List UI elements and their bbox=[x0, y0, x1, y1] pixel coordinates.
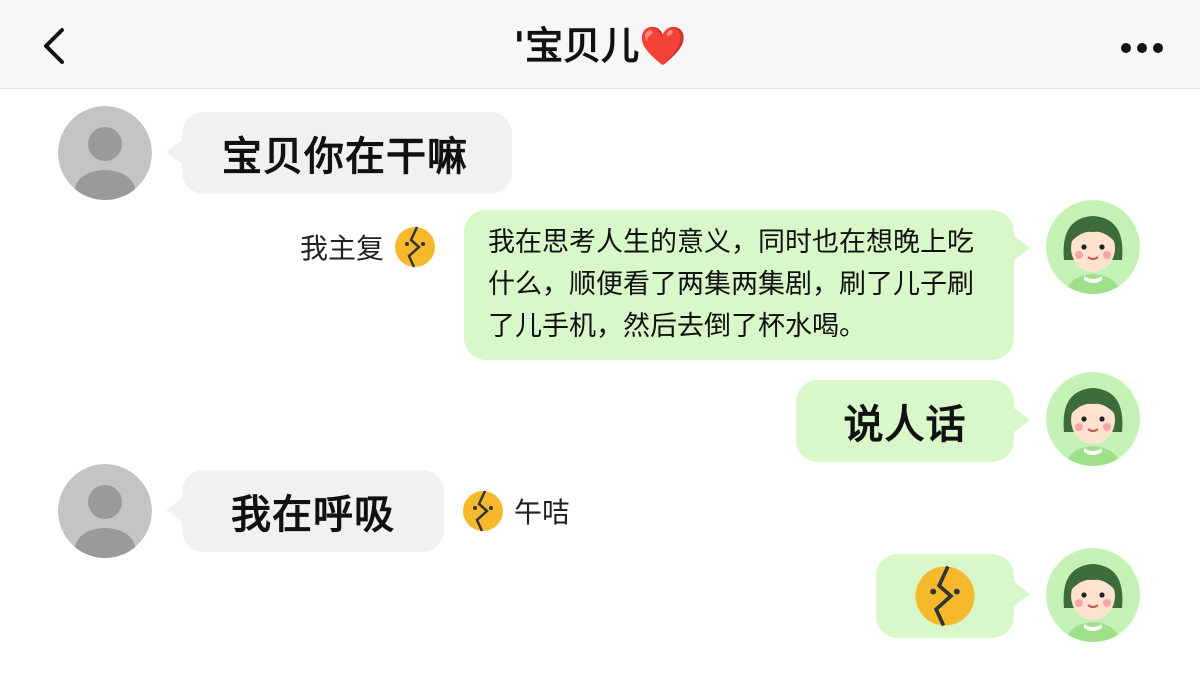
message-bubble[interactable]: 我在思考人生的意义，同时也在想晚上吃什么，顺便看了两集两集剧，刷了儿子刷了儿手机… bbox=[464, 210, 1014, 360]
message-text: 我在呼吸 bbox=[231, 492, 395, 538]
default-user-icon bbox=[58, 464, 152, 558]
chat-header: '宝贝儿❤️ bbox=[0, 0, 1200, 89]
message-bubble[interactable]: 宝贝你在干嘛 bbox=[182, 112, 512, 194]
my-avatar[interactable] bbox=[1046, 372, 1140, 466]
bubble-tail bbox=[1014, 582, 1030, 606]
message-text: 宝贝你在干嘛 bbox=[222, 134, 468, 180]
broken-face-emoji-icon bbox=[463, 490, 503, 532]
message-bubble[interactable] bbox=[876, 554, 1014, 638]
girl-avatar-icon bbox=[1046, 372, 1140, 466]
bubble-tail bbox=[166, 140, 182, 164]
contact-avatar[interactable] bbox=[58, 106, 152, 200]
bubble-tail bbox=[1014, 408, 1030, 432]
heart-icon: ❤️ bbox=[639, 24, 687, 68]
default-user-icon bbox=[58, 106, 152, 200]
message-reaction: 我主复 bbox=[300, 226, 436, 268]
message-bubble[interactable]: 说人话 bbox=[796, 380, 1014, 462]
message-reaction: 午咭 bbox=[462, 490, 570, 532]
bubble-tail bbox=[166, 498, 182, 522]
message-bubble[interactable]: 我在呼吸 bbox=[182, 470, 444, 552]
reaction-text: 我主复 bbox=[300, 232, 385, 265]
contact-name: '宝贝儿 bbox=[513, 24, 640, 68]
more-options-button[interactable] bbox=[1112, 28, 1172, 68]
broken-face-emoji-icon bbox=[395, 226, 436, 268]
my-avatar[interactable] bbox=[1046, 548, 1140, 642]
broken-face-emoji-icon bbox=[915, 565, 975, 627]
message-text: 说人话 bbox=[843, 402, 967, 448]
my-avatar[interactable] bbox=[1046, 200, 1140, 294]
chat-title: '宝贝儿❤️ bbox=[0, 22, 1200, 70]
bubble-tail bbox=[1014, 236, 1030, 260]
contact-avatar[interactable] bbox=[58, 464, 152, 558]
reaction-text: 午咭 bbox=[514, 496, 571, 529]
girl-avatar-icon bbox=[1046, 548, 1140, 642]
more-dots-icon bbox=[1121, 43, 1163, 53]
girl-avatar-icon bbox=[1046, 200, 1140, 294]
message-text: 我在思考人生的意义，同时也在想晚上吃什么，顺便看了两集两集剧，刷了儿子刷了儿手机… bbox=[488, 227, 974, 342]
